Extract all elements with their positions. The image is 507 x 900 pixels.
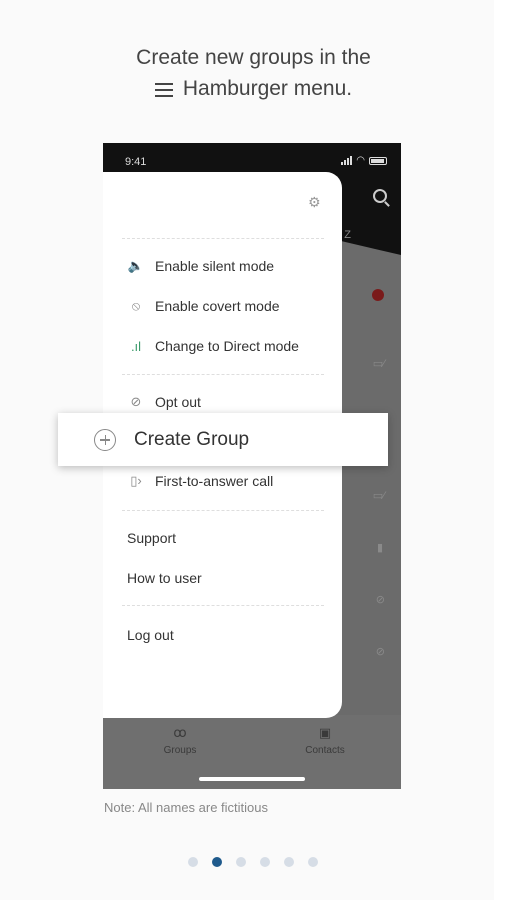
page-dot[interactable] bbox=[260, 857, 270, 867]
divider bbox=[122, 238, 324, 239]
headline-line2-text: Hamburger menu. bbox=[182, 77, 353, 100]
eye-off-icon: ⦸ bbox=[131, 298, 141, 313]
headline-line1: Create new groups in the bbox=[136, 46, 371, 69]
home-indicator[interactable] bbox=[199, 777, 305, 781]
header-corner bbox=[341, 241, 401, 255]
menu-item-label: Enable covert mode bbox=[155, 298, 280, 314]
edge-strip bbox=[494, 0, 507, 900]
tab-contacts-label: Contacts bbox=[305, 745, 345, 756]
headline: Create new groups in the Hamburger menu. bbox=[0, 42, 507, 105]
tab-groups[interactable]: ꝏ Groups bbox=[145, 725, 215, 756]
create-group-label: Create Group bbox=[134, 428, 250, 450]
bottom-navigation: ꝏ Groups ▣ Contacts bbox=[103, 715, 401, 789]
page-dot[interactable] bbox=[236, 857, 246, 867]
page-dot[interactable] bbox=[308, 857, 318, 867]
unread-badge bbox=[372, 289, 384, 301]
menu-item-label: First-to-answer call bbox=[155, 473, 274, 489]
battery-icon bbox=[369, 156, 387, 165]
wifi-icon: ◠ bbox=[356, 155, 365, 166]
menu-item-opt-out[interactable]: ⊘ Opt out bbox=[127, 394, 201, 410]
page-dot[interactable] bbox=[188, 857, 198, 867]
sort-icon: Z bbox=[344, 229, 351, 241]
call-status-icon: ▭⁄ bbox=[372, 490, 385, 502]
gear-icon[interactable]: ⚙ bbox=[308, 195, 322, 209]
page-dot[interactable] bbox=[284, 857, 294, 867]
menu-item-log-out[interactable]: Log out bbox=[127, 627, 174, 643]
menu-item-first-to-answer[interactable]: ▯› First-to-answer call bbox=[127, 473, 273, 489]
menu-item-label: Enable silent mode bbox=[155, 258, 275, 274]
divider bbox=[122, 374, 324, 375]
trash-icon: ▮ bbox=[376, 542, 383, 554]
block-icon: ⊘ bbox=[375, 646, 385, 658]
hamburger-icon bbox=[154, 82, 173, 97]
create-group-callout[interactable]: Create Group bbox=[58, 413, 388, 466]
tab-groups-label: Groups bbox=[163, 745, 197, 756]
call-status-icon: ▭⁄ bbox=[372, 358, 385, 370]
menu-item-direct-mode[interactable]: .ıl Change to Direct mode bbox=[127, 338, 299, 354]
headline-line2: Hamburger menu. bbox=[154, 73, 353, 104]
add-circle-icon bbox=[94, 428, 116, 451]
contacts-icon: ▣ bbox=[318, 725, 332, 740]
page-indicator bbox=[188, 857, 318, 867]
menu-item-label: Change to Direct mode bbox=[155, 338, 299, 354]
tab-contacts[interactable]: ▣ Contacts bbox=[290, 725, 360, 756]
signal-bars-icon: .ıl bbox=[130, 338, 142, 354]
menu-item-covert-mode[interactable]: ⦸ Enable covert mode bbox=[127, 298, 280, 314]
page-dot-active[interactable] bbox=[212, 857, 222, 867]
speaker-mute-icon: 🔈 bbox=[127, 258, 145, 273]
phone-forward-icon: ▯› bbox=[130, 473, 142, 488]
menu-item-how-to[interactable]: How to user bbox=[127, 570, 202, 586]
divider bbox=[122, 605, 324, 606]
status-time: 9:41 bbox=[125, 156, 147, 168]
menu-item-silent-mode[interactable]: 🔈 Enable silent mode bbox=[127, 258, 274, 274]
status-icons: ◠ bbox=[341, 155, 387, 166]
search-icon[interactable] bbox=[373, 189, 387, 203]
menu-item-label: Opt out bbox=[155, 394, 201, 410]
fictitious-names-note: Note: All names are fictitious bbox=[104, 800, 269, 815]
block-icon: ⊘ bbox=[375, 594, 385, 606]
groups-icon: ꝏ bbox=[173, 725, 187, 740]
menu-item-support[interactable]: Support bbox=[127, 530, 176, 546]
divider bbox=[122, 510, 324, 511]
cellular-signal-icon bbox=[341, 156, 353, 165]
block-icon: ⊘ bbox=[130, 394, 142, 409]
